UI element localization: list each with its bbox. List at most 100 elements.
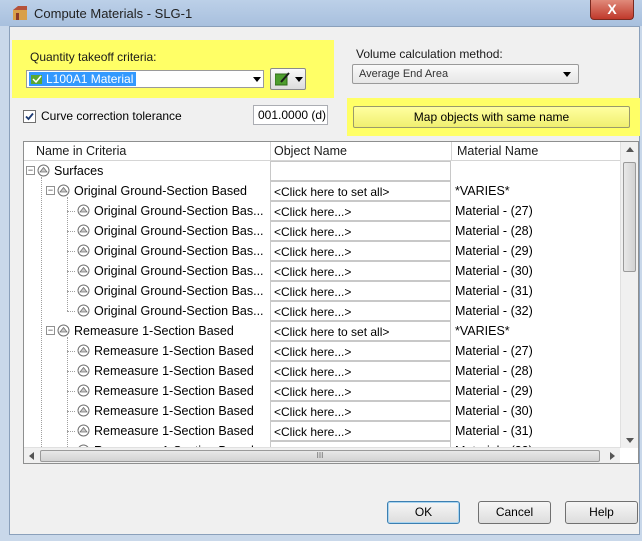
criteria-grid[interactable]: Name in Criteria Object Name Material Na… (23, 141, 639, 464)
row-name: Original Ground-Section Based (74, 184, 248, 198)
table-row[interactable]: Original Ground-Section Bas... <Click her… (24, 281, 620, 301)
criteria-dropdown[interactable]: L100A1 Material (26, 70, 264, 88)
compute-materials-app-icon (13, 6, 27, 20)
row-name: Original Ground-Section Bas... (94, 204, 264, 218)
object-name-cell[interactable]: <Click here...> (270, 221, 451, 241)
material-name-cell[interactable]: *VARIES* (455, 324, 510, 338)
horizontal-scrollbar[interactable]: III (24, 447, 620, 463)
object-name-cell[interactable]: <Click here...> (270, 261, 451, 281)
map-highlight: Map objects with same name (347, 98, 640, 136)
horizontal-scroll-thumb[interactable]: III (40, 450, 600, 462)
table-row[interactable]: Remeasure 1-Section Based <Click here...>… (24, 401, 620, 421)
material-name-cell[interactable]: Material - (29) (455, 384, 533, 398)
object-name-cell[interactable]: <Click here...> (270, 341, 451, 361)
object-name-cell[interactable]: <Click here...> (270, 281, 451, 301)
surface-node-icon (77, 284, 90, 297)
surface-node-icon (57, 184, 70, 197)
tree-connector (67, 391, 75, 392)
collapse-icon[interactable]: − (26, 166, 35, 175)
object-name-cell[interactable]: <Click here to set all> (270, 181, 451, 201)
tree-connector (67, 411, 75, 412)
table-row[interactable]: Original Ground-Section Bas... <Click her… (24, 221, 620, 241)
material-name-cell[interactable]: Material - (30) (455, 404, 533, 418)
table-row[interactable]: Original Ground-Section Bas... <Click her… (24, 261, 620, 281)
material-name-cell[interactable]: Material - (30) (455, 264, 533, 278)
curve-tolerance-input[interactable]: 001.0000 (d) (253, 105, 328, 125)
volume-method-dropdown[interactable]: Average End Area (352, 64, 579, 84)
object-name-cell[interactable]: <Click here...> (270, 201, 451, 221)
column-header-object[interactable]: Object Name (274, 144, 347, 158)
tree-connector (67, 197, 68, 311)
material-name-cell[interactable]: Material - (28) (455, 224, 533, 238)
close-button[interactable]: X (590, 0, 634, 20)
object-name-cell[interactable]: <Click here...> (270, 381, 451, 401)
table-row[interactable]: − Remeasure 1-Section Based <Click here to… (24, 321, 620, 341)
criteria-item-icon (31, 74, 42, 84)
curve-correction-checkbox[interactable] (23, 110, 36, 123)
chevron-down-icon (295, 77, 303, 82)
column-divider[interactable] (451, 142, 452, 160)
material-name-cell[interactable]: *VARIES* (455, 184, 510, 198)
title-bar[interactable]: Compute Materials - SLG-1 X (0, 0, 642, 26)
row-name: Original Ground-Section Bas... (94, 224, 264, 238)
row-name: Original Ground-Section Bas... (94, 264, 264, 278)
scroll-down-icon[interactable] (626, 438, 634, 443)
material-name-cell[interactable]: Material - (32) (455, 304, 533, 318)
tree-connector (67, 337, 68, 451)
ok-button[interactable]: OK (387, 501, 460, 524)
surface-node-icon (37, 164, 50, 177)
material-name-cell[interactable]: Material - (31) (455, 284, 533, 298)
surface-node-icon (77, 404, 90, 417)
surface-node-icon (77, 384, 90, 397)
material-name-cell[interactable]: Material - (28) (455, 364, 533, 378)
table-row[interactable]: Remeasure 1-Section Based <Click here...>… (24, 361, 620, 381)
row-name: Remeasure 1-Section Based (94, 344, 254, 358)
vertical-scrollbar[interactable] (620, 142, 638, 448)
table-row[interactable]: Original Ground-Section Bas... <Click her… (24, 241, 620, 261)
scroll-up-icon[interactable] (626, 147, 634, 152)
object-name-cell[interactable]: <Click here...> (270, 301, 451, 321)
table-row[interactable]: − Original Ground-Section Based <Click her… (24, 181, 620, 201)
scroll-left-icon[interactable] (29, 452, 34, 460)
table-row[interactable]: Remeasure 1-Section Based <Click here...>… (24, 341, 620, 361)
material-name-cell[interactable]: Material - (29) (455, 244, 533, 258)
column-header-material[interactable]: Material Name (457, 144, 538, 158)
tree-connector (67, 271, 75, 272)
criteria-edit-button[interactable] (270, 68, 306, 90)
object-name-cell[interactable]: <Click here to set all> (270, 321, 451, 341)
vertical-scroll-thumb[interactable] (623, 162, 636, 272)
collapse-icon[interactable]: − (46, 186, 55, 195)
row-name: Remeasure 1-Section Based (94, 364, 254, 378)
table-row[interactable]: Original Ground-Section Bas... <Click her… (24, 201, 620, 221)
cancel-button[interactable]: Cancel (478, 501, 551, 524)
compute-materials-dialog: Compute Materials - SLG-1 X Quantity tak… (0, 0, 642, 541)
table-row[interactable]: Remeasure 1-Section Based <Click here...>… (24, 421, 620, 441)
table-row[interactable]: Original Ground-Section Bas... <Click her… (24, 301, 620, 321)
chevron-down-icon (563, 72, 571, 77)
tree-connector (67, 251, 75, 252)
help-button[interactable]: Help (565, 501, 638, 524)
column-divider[interactable] (270, 142, 271, 160)
criteria-edit-icon (275, 72, 290, 86)
table-row[interactable]: Remeasure 1-Section Based <Click here...>… (24, 381, 620, 401)
table-row[interactable]: − Surfaces (24, 161, 620, 181)
criteria-selected-item: L100A1 Material (29, 72, 137, 86)
map-objects-button[interactable]: Map objects with same name (353, 106, 630, 128)
grid-rows: − Surfaces − Original Ground-Section Based <… (24, 161, 620, 463)
object-name-cell[interactable]: <Click here...> (270, 401, 451, 421)
collapse-icon[interactable]: − (46, 326, 55, 335)
material-name-cell[interactable]: Material - (27) (455, 344, 533, 358)
tree-connector (41, 177, 42, 463)
column-header-name[interactable]: Name in Criteria (36, 144, 126, 158)
object-name-cell[interactable] (270, 161, 451, 181)
object-name-cell[interactable]: <Click here...> (270, 361, 451, 381)
row-name: Surfaces (54, 164, 104, 178)
object-name-cell[interactable]: <Click here...> (270, 241, 451, 261)
checkmark-icon (25, 112, 34, 121)
material-name-cell[interactable]: Material - (27) (455, 204, 533, 218)
object-name-cell[interactable]: <Click here...> (270, 421, 451, 441)
tree-connector (67, 291, 75, 292)
scroll-right-icon[interactable] (610, 452, 615, 460)
material-name-cell[interactable]: Material - (31) (455, 424, 533, 438)
surface-node-icon (77, 344, 90, 357)
